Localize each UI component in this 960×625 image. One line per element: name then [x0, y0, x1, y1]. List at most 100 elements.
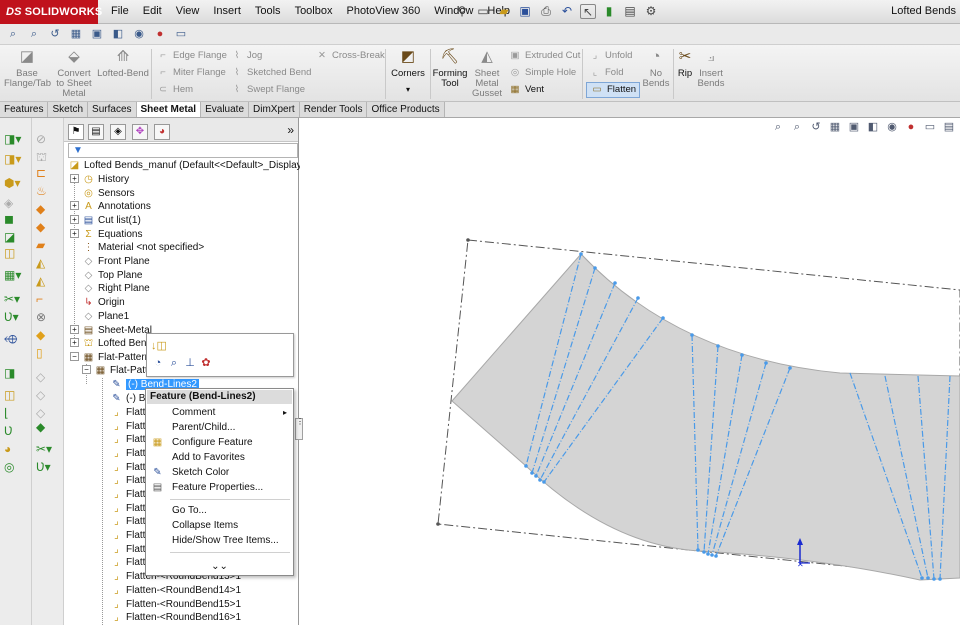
toolbar-icon[interactable]: ◇	[36, 370, 60, 384]
tree-item-lofted-bend[interactable]: + ⛫ Lofted Bend	[70, 337, 152, 351]
collapse-panel-icon[interactable]: »	[287, 123, 294, 137]
lofted-bend-button[interactable]: ⟰ Lofted-Bend	[97, 48, 149, 79]
cross-break-button[interactable]: ✕ Cross-Break	[315, 49, 385, 63]
dimxpert-tab-icon[interactable]: ✥	[132, 124, 148, 140]
normal-to-icon[interactable]: ⊥	[183, 356, 197, 370]
zoom-to-fit-icon[interactable]: ⌕	[6, 27, 20, 41]
tree-root[interactable]: ◪ Lofted Bends_manuf (Default<<Default>_D…	[68, 159, 328, 173]
zoom-to-area-icon[interactable]: ⌕	[27, 27, 41, 41]
rip-button[interactable]: ✂ Rip	[674, 48, 696, 79]
tree-item-right-plane[interactable]: ◇ Right Plane	[82, 282, 150, 296]
unfold-button[interactable]: ⌟ Unfold	[588, 49, 633, 63]
toolbar-icon[interactable]: ◕	[4, 442, 28, 456]
toolbar-icon[interactable]: ◨	[4, 366, 28, 380]
more-chevron-icon[interactable]: ⌄⌄	[146, 561, 293, 572]
menu-toolbox[interactable]: Toolbox	[288, 0, 340, 24]
panel-splitter-handle[interactable]: ⋮	[295, 418, 304, 440]
expand-icon[interactable]: +	[70, 201, 79, 210]
toolbar-icon[interactable]: ◆	[36, 202, 60, 216]
toolbar-icon[interactable]: ◨▾	[4, 152, 28, 166]
select-pointer-icon[interactable]: ↖	[580, 4, 596, 19]
toolbar-icon[interactable]: ◈	[4, 196, 28, 210]
menu-item-configure-feature[interactable]: ▦ Configure Feature	[146, 435, 293, 450]
menu-item-go-to[interactable]: Go To...	[146, 503, 293, 518]
zoom-to-selection-icon[interactable]: ⌕	[167, 356, 181, 370]
toolbar-icon[interactable]: ⊏	[36, 166, 60, 180]
tree-item-material[interactable]: ⋮ Material <not specified>	[82, 241, 205, 255]
menu-insert[interactable]: Insert	[206, 0, 248, 24]
view-orientation-icon[interactable]: ▣	[90, 27, 104, 41]
show-icon[interactable]: ◔	[151, 356, 165, 370]
tab-render-tools[interactable]: Render Tools	[299, 102, 368, 117]
tree-item-flat-pattern[interactable]: − ▦ Flat-Pattern	[70, 351, 150, 365]
swept-flange-button[interactable]: ⌇ Swept Flange	[230, 83, 305, 97]
toolbar-icon[interactable]: ⌊	[4, 406, 28, 420]
tree-item-flat-pattern-child[interactable]: − ▦ Flat-Patt	[82, 364, 148, 378]
tree-item-origin[interactable]: ↳ Origin	[82, 296, 124, 310]
toolbar-icon[interactable]: ♨	[36, 184, 60, 198]
expand-icon[interactable]: +	[70, 229, 79, 238]
configuration-tab-icon[interactable]: ◈	[110, 124, 126, 140]
toolbar-icon[interactable]: ◭	[36, 274, 60, 288]
flat-pattern-model[interactable]: ✕	[300, 118, 960, 625]
tab-dimxpert[interactable]: DimXpert	[249, 102, 300, 117]
hide-show-icon[interactable]: ◉	[132, 27, 146, 41]
display-manager-tab-icon[interactable]: ◕	[154, 124, 170, 140]
vent-button[interactable]: ▦ Vent	[508, 83, 545, 97]
insert-bends-button[interactable]: ⟓ Insert Bends	[696, 48, 726, 89]
expand-icon[interactable]: +	[70, 338, 79, 347]
menu-item-parent-child[interactable]: Parent/Child...	[146, 420, 293, 435]
tree-item-flatten-roundbend14[interactable]: ⌟ Flatten-<RoundBend14>1	[110, 584, 241, 598]
tab-surfaces[interactable]: Surfaces	[88, 102, 137, 117]
previous-view-icon[interactable]: ↺	[48, 27, 62, 41]
toolbar-icon[interactable]: ◭	[36, 256, 60, 270]
toolbar-icon[interactable]: ▰	[36, 238, 60, 252]
sheet-metal-gusset-button[interactable]: ◭ Sheet Metal Gusset	[470, 48, 504, 99]
toolbar-icon[interactable]: ⬲	[4, 332, 28, 346]
tab-evaluate[interactable]: Evaluate	[201, 102, 250, 117]
flatten-button[interactable]: ▭ Flatten	[586, 82, 641, 98]
menu-file[interactable]: File	[104, 0, 136, 24]
tab-features[interactable]: Features	[0, 102, 49, 117]
fold-button[interactable]: ⌞ Fold	[588, 66, 624, 80]
toolbar-icon[interactable]: ◆	[36, 420, 60, 434]
hem-button[interactable]: ⊂ Hem	[156, 83, 193, 97]
extruded-cut-button[interactable]: ▣ Extruded Cut	[508, 49, 581, 63]
edit-sketch-icon[interactable]: ↓◫	[151, 339, 167, 353]
menu-photoview[interactable]: PhotoView 360	[339, 0, 427, 24]
section-view-icon[interactable]: ▦	[69, 27, 83, 41]
tree-item-flatten-roundbend16[interactable]: ⌟ Flatten-<RoundBend16>1	[110, 611, 241, 625]
corners-button[interactable]: ◩ Corners ▾	[388, 48, 428, 95]
menu-item-feature-properties[interactable]: ▤ Feature Properties...	[146, 480, 293, 495]
toolbar-icon[interactable]: ▯	[36, 346, 60, 360]
sketched-bend-button[interactable]: ⌇ Sketched Bend	[230, 66, 312, 80]
toolbar-icon[interactable]: ◆	[36, 220, 60, 234]
toolbar-icon[interactable]: ◎	[4, 460, 28, 474]
tree-item-plane1[interactable]: ◇ Plane1	[82, 310, 130, 324]
tree-item-flatten-roundbend15[interactable]: ⌟ Flatten-<RoundBend15>1	[110, 598, 241, 612]
print-icon[interactable]: ⎙	[538, 4, 554, 19]
toolbar-icon[interactable]: ⊗	[36, 310, 60, 324]
toolbar-icon[interactable]: ◇	[36, 406, 60, 420]
menu-view[interactable]: View	[169, 0, 207, 24]
toolbar-icon[interactable]: ⛫	[36, 150, 60, 164]
tree-filter[interactable]: ▼	[68, 143, 298, 158]
tab-sheet-metal[interactable]: Sheet Metal	[136, 102, 202, 117]
expand-icon[interactable]: +	[70, 325, 79, 334]
toolbar-icon[interactable]: ◇	[36, 388, 60, 402]
toolbar-icon[interactable]: Ʋ▾	[36, 460, 60, 474]
toolbar-icon[interactable]: ✂▾	[36, 442, 60, 456]
menu-item-collapse-items[interactable]: Collapse Items	[146, 518, 293, 533]
tree-item-top-plane[interactable]: ◇ Top Plane	[82, 269, 143, 283]
rebuild-icon[interactable]: ▮	[601, 4, 617, 19]
tree-item-bend-lines[interactable]: ✎ (-) B	[110, 392, 145, 406]
pin-icon[interactable]: ⚲	[454, 4, 470, 19]
appearance-icon[interactable]: ●	[153, 27, 167, 41]
menu-tools[interactable]: Tools	[248, 0, 288, 24]
new-document-icon[interactable]: ▭	[475, 4, 491, 19]
toolbar-icon[interactable]: ✂▾	[4, 292, 28, 306]
toolbar-icon[interactable]: ◫	[4, 388, 28, 402]
open-folder-icon[interactable]: ▰	[496, 4, 512, 19]
forming-tool-button[interactable]: ⛏ Forming Tool	[431, 48, 469, 89]
menu-item-sketch-color[interactable]: ✎ Sketch Color	[146, 465, 293, 480]
